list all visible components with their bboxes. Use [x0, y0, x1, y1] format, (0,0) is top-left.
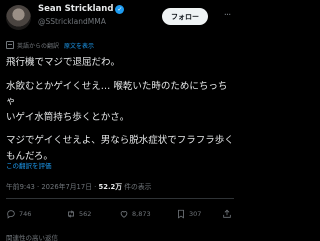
- tweet-line: 飛行機でマジで退屈だわ。: [6, 57, 121, 68]
- view-count[interactable]: 52.2万: [99, 183, 123, 191]
- divider: [6, 198, 234, 199]
- verified-badge-icon: ✓: [115, 5, 125, 14]
- tweet-date[interactable]: 2026年7月17日: [41, 183, 92, 191]
- translate-icon: [6, 41, 14, 49]
- bookmark-count: 307: [189, 210, 202, 218]
- tweet-line: 水飲むとかゲイくせえ… 喉乾いた時のためにちっちゃ: [6, 80, 228, 108]
- like-button[interactable]: 8,873: [119, 208, 151, 220]
- retweet-count: 562: [79, 210, 92, 218]
- tweet-line: いゲイ水筒持ち歩くとかさ。: [6, 111, 130, 123]
- reply-count: 746: [19, 210, 32, 218]
- tweet-header: Sean Strickland ✓ @SStricklandMMA フォロー ··…: [0, 0, 240, 34]
- view-label: 件の表示: [122, 183, 152, 191]
- rate-translation-link[interactable]: この翻訳を評価: [6, 160, 52, 170]
- reply-button[interactable]: 746: [6, 208, 31, 220]
- tweet-time[interactable]: 午前9:43: [6, 183, 35, 191]
- more-options-icon[interactable]: ···: [220, 8, 234, 24]
- share-icon: [223, 209, 231, 218]
- show-original-link[interactable]: 原文を表示: [64, 41, 94, 50]
- retweet-button[interactable]: 562: [66, 208, 91, 220]
- retweet-icon: [68, 210, 74, 218]
- tweet-line: マジでゲイくせえよ、男なら脱水症状でフラフラ歩く: [6, 135, 234, 146]
- author-handle[interactable]: @SStricklandMMA: [38, 17, 106, 26]
- heart-icon: [120, 211, 128, 218]
- translation-note: 英語からの翻訳: [17, 42, 60, 50]
- author-name-row[interactable]: Sean Strickland ✓: [38, 4, 125, 14]
- bookmark-button[interactable]: 307: [176, 208, 201, 220]
- relevant-replies-label[interactable]: 関連性の高い返信: [6, 232, 58, 241]
- reply-icon: [7, 210, 15, 219]
- bookmark-icon: [178, 209, 184, 219]
- translation-notice: 英語からの翻訳 原文を表示: [6, 40, 94, 50]
- share-button[interactable]: [222, 208, 235, 220]
- avatar[interactable]: [6, 5, 31, 30]
- author-name[interactable]: Sean Strickland: [38, 4, 113, 14]
- tweet-body: 飛行機でマジで退屈だわ。 水飲むとかゲイくせえ… 喉乾いた時のためにちっちゃ い…: [6, 55, 236, 164]
- like-count: 8,873: [132, 210, 151, 218]
- follow-button[interactable]: フォロー: [162, 8, 208, 25]
- tweet-meta: 午前9:43 · 2026年7月17日 · 52.2万 件の表示: [6, 183, 152, 191]
